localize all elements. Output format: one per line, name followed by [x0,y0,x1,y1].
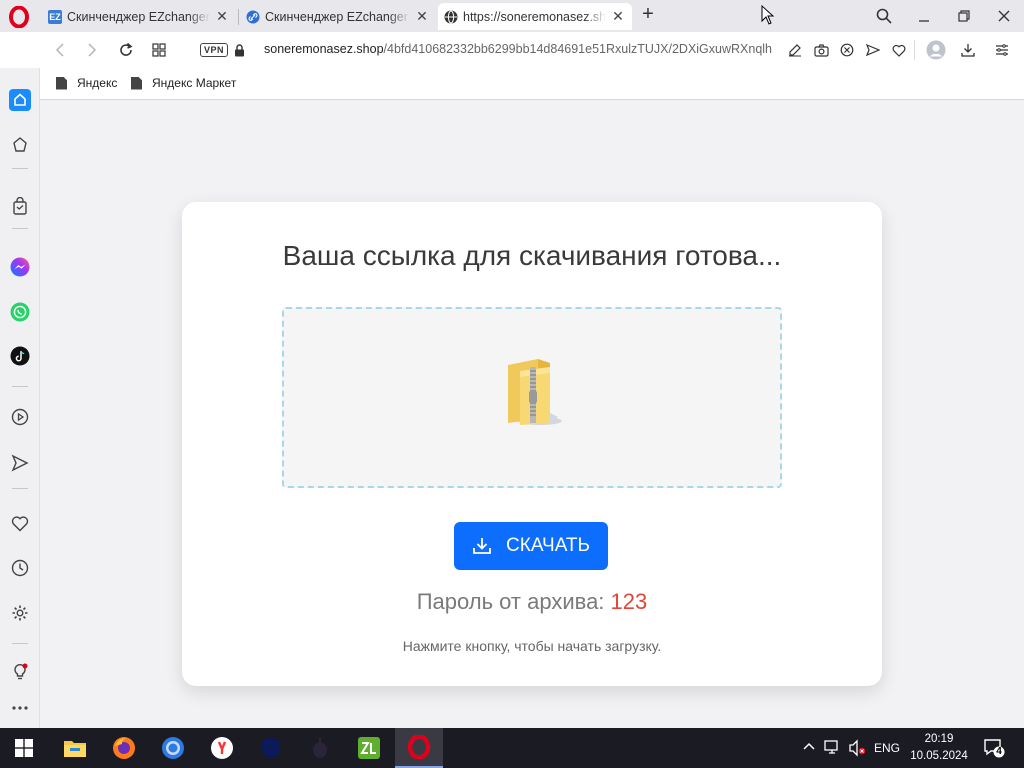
adblock-icon[interactable] [837,40,857,60]
more-options-icon[interactable] [8,696,32,720]
tiktok-icon[interactable] [8,344,32,368]
password-value: 123 [610,589,648,614]
back-icon[interactable] [50,40,70,60]
windows-start-icon[interactable] [10,734,38,762]
archive-password: Пароль от архива: 123 [182,589,882,615]
ezchanger-favicon-icon: EZ [48,9,62,24]
new-tab-icon[interactable]: + [638,4,658,25]
messenger-icon[interactable] [8,255,32,279]
sidebar-divider [12,643,28,644]
sidebar-divider [12,168,28,169]
link-icon [246,10,260,24]
tab-2-label: Скинченджер EZchanger [265,9,408,24]
sidebar-divider [12,386,28,387]
clock-time: 20:19 [924,733,954,745]
tips-bulb-icon[interactable] [8,660,32,684]
heart-icon[interactable] [889,40,909,60]
speed-dial-icon[interactable] [149,40,169,60]
url-field[interactable]: soneremonasez.shop/4bfd410682332bb6299bb… [264,42,774,56]
tray-chevron-up-icon[interactable] [802,740,816,754]
bookmarks-bar: Яндекс Яндекс Маркет [40,68,1024,100]
mouse-cursor-icon [761,4,775,28]
zennolab-icon[interactable] [355,734,383,762]
yandex-browser-icon[interactable] [208,734,236,762]
url-path: /4bfd410682332bb6299bb14d84691e51RxulzTU… [383,42,773,56]
tab-2[interactable]: Скинченджер EZchanger ✕ [240,3,436,30]
bookmark-label: Яндекс Маркет [152,76,237,90]
page-content: Ваша ссылка для скачивания готова... СКА… [41,101,1024,728]
download-card: Ваша ссылка для скачивания готова... СКА… [182,202,882,686]
archive-preview-box [282,307,782,488]
system-clock[interactable]: 20:19 10.05.2024 [906,731,972,765]
tab-close-icon[interactable]: ✕ [214,8,230,25]
minimize-icon[interactable] [911,4,937,28]
language-indicator[interactable]: ENG [874,741,900,755]
restore-icon[interactable] [951,4,977,28]
vpn-badge[interactable]: VPN [200,43,229,57]
notifications-icon[interactable]: 4 [983,737,1005,759]
tab-1-label: Скинченджер EZchanger [67,9,210,24]
clock-date: 10.05.2024 [910,750,968,762]
tab-1[interactable]: EZ Скинченджер EZchanger ✕ [42,3,236,30]
profile-avatar-icon[interactable] [926,40,946,60]
opera-sidebar [0,68,40,728]
player-icon[interactable] [8,405,32,429]
easy-setup-icon[interactable] [992,40,1012,60]
page-title: Ваша ссылка для скачивания готова... [282,240,782,271]
forward-icon[interactable] [82,40,102,60]
address-toolbar: VPN soneremonasez.shop/4bfd410682332bb62… [0,32,1024,68]
bookmark-page-icon [131,76,142,90]
download-hint: Нажмите кнопку, чтобы начать загрузку. [402,638,662,654]
notification-count: 4 [996,746,1002,757]
windows-taskbar: ENG 20:19 10.05.2024 4 [0,728,1024,768]
firefox-icon[interactable] [110,734,138,762]
download-icon [472,536,492,556]
edit-icon[interactable] [785,40,805,60]
opera-menu-icon[interactable] [6,6,32,28]
home-icon[interactable] [8,88,32,112]
file-explorer-icon[interactable] [61,734,89,762]
tor-icon[interactable] [306,734,334,762]
history-icon[interactable] [8,556,32,580]
tab-3-label: https://soneremonasez.shop [463,9,606,24]
bookmark-page-icon [56,76,67,90]
zip-folder-icon [500,357,564,429]
tab-close-icon[interactable]: ✕ [610,8,626,25]
toolbar-divider [914,40,915,60]
globe-icon [444,10,458,24]
bookmarks-heart-icon[interactable] [8,511,32,535]
reload-icon[interactable] [116,40,136,60]
shopping-bag-icon[interactable] [8,194,32,218]
bookmark-yandex-market[interactable]: Яндекс Маркет [131,76,236,90]
tab-separator [238,9,239,25]
tab-bar: EZ Скинченджер EZchanger ✕ Скинченджер E… [0,0,1024,32]
my-flow-icon[interactable] [8,451,32,475]
downloads-icon[interactable] [958,40,978,60]
url-domain: soneremonasez.shop [264,42,384,56]
shield-app-icon[interactable] [257,734,285,762]
network-icon[interactable] [824,739,842,760]
close-window-icon[interactable] [991,4,1017,28]
opera-taskbar-icon[interactable] [395,728,443,768]
chrome-icon[interactable] [159,734,187,762]
whatsapp-icon[interactable] [8,300,32,324]
volume-muted-icon[interactable] [848,739,866,760]
tab-3-active[interactable]: https://soneremonasez.shop ✕ [438,3,632,30]
settings-gear-icon[interactable] [8,601,32,625]
sidebar-divider [12,228,28,229]
password-label: Пароль от архива: [416,589,605,614]
lock-icon[interactable] [229,40,249,60]
tab-close-icon[interactable]: ✕ [414,8,430,25]
send-icon[interactable] [863,40,883,60]
snapshot-icon[interactable] [811,40,831,60]
bookmark-yandex[interactable]: Яндекс [56,76,117,90]
download-button-label: СКАЧАТЬ [506,535,590,556]
pinboards-icon[interactable] [8,133,32,157]
bookmark-label: Яндекс [77,76,118,90]
sidebar-divider [12,488,28,489]
download-button[interactable]: СКАЧАТЬ [454,522,608,570]
search-tabs-icon[interactable] [871,4,897,28]
